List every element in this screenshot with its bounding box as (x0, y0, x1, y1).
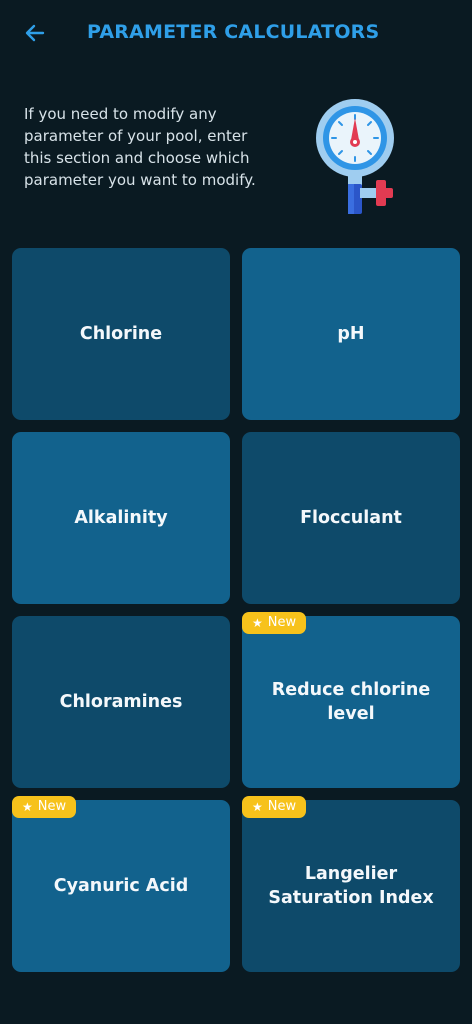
card-cyanuric-acid[interactable]: ★ New Cyanuric Acid (12, 796, 230, 972)
badge-label: New (267, 799, 297, 814)
card-label: Alkalinity (74, 508, 168, 528)
card-chloramines[interactable]: Chloramines (12, 616, 230, 788)
page-title: PARAMETER CALCULATORS (87, 21, 380, 43)
back-button[interactable] (18, 16, 52, 50)
card-alkalinity[interactable]: Alkalinity (12, 432, 230, 604)
card-flocculant[interactable]: Flocculant (242, 432, 460, 604)
card-ph[interactable]: pH (242, 248, 460, 420)
card-label: Flocculant (300, 508, 402, 528)
new-badge: ★ New (242, 796, 307, 818)
star-icon: ★ (22, 800, 33, 814)
card-label: Chlorine (79, 324, 163, 344)
card-label: Chloramines (59, 692, 183, 712)
arrow-left-icon (25, 24, 45, 42)
star-icon: ★ (252, 616, 263, 630)
app-screen: PARAMETER CALCULATORS If you need to mod… (0, 0, 472, 1024)
badge-label: New (37, 799, 67, 814)
top-bar: PARAMETER CALCULATORS (0, 0, 472, 66)
new-badge: ★ New (12, 796, 77, 818)
badge-label: New (267, 615, 297, 630)
card-label: pH (337, 324, 365, 344)
calculator-grid: Chlorine pH Alkalinity Flocculant Chlora… (12, 248, 460, 972)
pressure-gauge-icon (316, 99, 394, 214)
intro-text: If you need to modify any parameter of y… (24, 105, 256, 189)
star-icon: ★ (252, 800, 263, 814)
card-chlorine[interactable]: Chlorine (12, 248, 230, 420)
card-langelier-index[interactable]: ★ New Langelier Saturation Index (242, 796, 460, 972)
card-label: Langelier Saturation Index (268, 864, 434, 908)
card-label: Reduce chlorine level (271, 680, 431, 724)
card-reduce-chlorine[interactable]: ★ New Reduce chlorine level (242, 612, 460, 788)
card-label: Cyanuric Acid (53, 876, 189, 896)
new-badge: ★ New (242, 612, 307, 634)
